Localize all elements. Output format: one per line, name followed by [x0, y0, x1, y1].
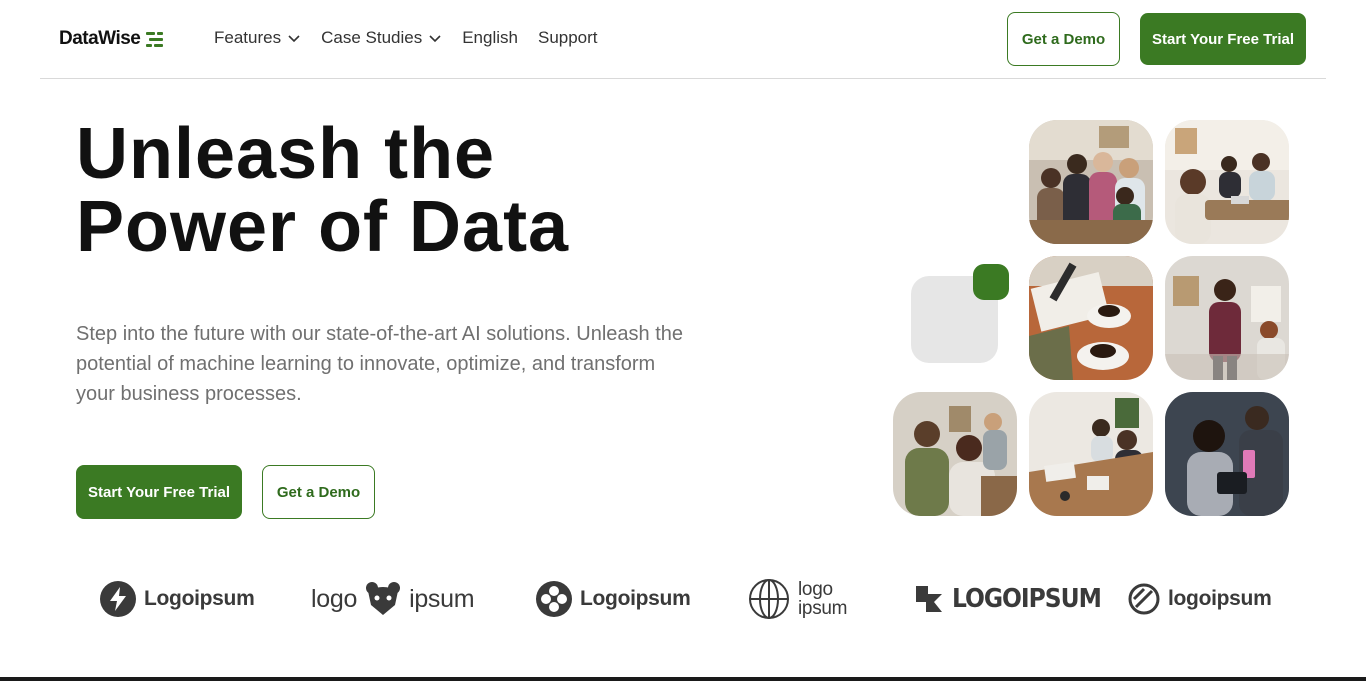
workshop-table-photo [1029, 392, 1153, 516]
nav-item-label: English [462, 28, 518, 47]
meeting-table-photo [1165, 120, 1289, 244]
bolt-circle-icon [100, 581, 136, 617]
nav-item-label: Case Studies [321, 28, 423, 47]
angled-shape-icon [916, 586, 942, 612]
partner-logo-1: Logoipsum [100, 576, 255, 622]
partner-logo-2: logo ipsum [311, 576, 475, 622]
bear-icon [366, 582, 401, 615]
hero-demo-button[interactable]: Get a Demo [262, 465, 375, 519]
partner-logo-text: LOGOIPSUM [952, 584, 1102, 614]
nav-item-english[interactable]: English [462, 28, 518, 48]
chevron-down-icon [429, 35, 441, 43]
partner-logos: Logoipsum logo ipsum Logoipsum logo ipsu… [100, 576, 1280, 622]
hero-subtitle: Step into the future with our state-of-t… [76, 323, 684, 405]
brand-name: DataWise [59, 28, 141, 49]
nav-item-features[interactable]: Features [214, 28, 301, 48]
site-header: DataWise Features Case Studies English S… [40, 0, 1326, 79]
partner-logo-5: LOGOIPSUM [914, 576, 1102, 622]
partner-logo-text: logoipsum [1168, 587, 1272, 610]
page-bottom-divider [0, 677, 1366, 681]
nav-item-case-studies[interactable]: Case Studies [321, 28, 442, 48]
hero-trial-button[interactable]: Start Your Free Trial [76, 465, 242, 519]
tablet-review-photo [1165, 392, 1289, 516]
header-trial-button[interactable]: Start Your Free Trial [1140, 13, 1306, 65]
partner-logo-6: logoipsum [1128, 576, 1272, 622]
main-nav: Features Case Studies English Support [214, 28, 598, 48]
coffee-notes-photo [1029, 256, 1153, 380]
nav-item-support[interactable]: Support [538, 28, 598, 48]
stacked-bars-icon [146, 31, 164, 47]
partner-logo-text: logo [798, 579, 833, 600]
slashed-circle-icon [1128, 583, 1160, 615]
hero-title: Unleash the Power of Data [76, 114, 570, 267]
partner-logo-4: logo ipsum [748, 576, 847, 622]
header-demo-button[interactable]: Get a Demo [1007, 12, 1120, 66]
globe-icon [749, 579, 789, 619]
chevron-down-icon [288, 35, 300, 43]
brand-logo[interactable]: DataWise [59, 28, 164, 50]
partner-logo-3: Logoipsum [536, 576, 691, 622]
team-huddle-photo [1029, 120, 1153, 244]
partner-logo-text: logo [311, 584, 358, 613]
decorative-green-square [973, 264, 1009, 300]
presenter-photo [1165, 256, 1289, 380]
laughing-colleagues-photo [893, 392, 1017, 516]
four-dots-circle-icon [536, 581, 572, 617]
partner-logo-text: Logoipsum [144, 587, 255, 610]
partner-logo-text: ipsum [798, 598, 848, 619]
partner-logo-text: Logoipsum [580, 587, 691, 610]
partner-logo-text: ipsum [409, 584, 475, 613]
nav-item-label: Support [537, 28, 598, 47]
nav-item-label: Features [214, 28, 282, 47]
